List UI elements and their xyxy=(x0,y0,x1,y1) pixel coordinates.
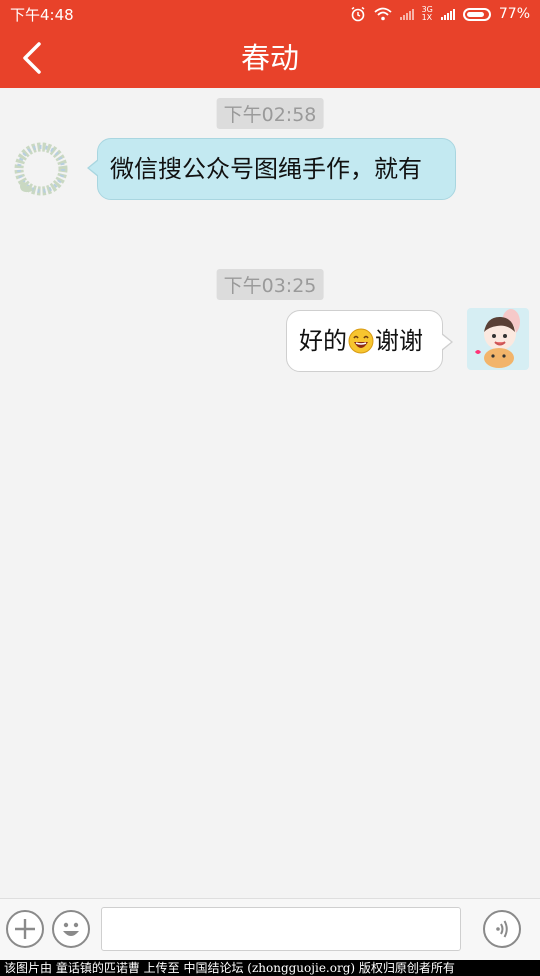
plus-icon xyxy=(15,919,35,939)
message-text-before: 好的 xyxy=(299,327,347,355)
wifi-icon xyxy=(373,7,392,21)
voice-icon xyxy=(496,920,508,938)
message-timestamp: 下午03:25 xyxy=(216,269,324,300)
signal-weak-icon xyxy=(399,8,414,20)
alarm-icon xyxy=(351,6,365,22)
emoji-button[interactable] xyxy=(52,910,90,948)
chevron-left-icon xyxy=(23,42,41,74)
network-type: 3G 1X xyxy=(421,5,433,22)
title-bar: 春动 xyxy=(0,28,540,88)
laughing-emoji-icon xyxy=(348,328,374,354)
user-avatar[interactable] xyxy=(467,308,529,370)
contact-avatar[interactable] xyxy=(10,138,72,200)
battery-percent: 77% xyxy=(498,6,530,22)
watermark: 该图片由 童话镇的匹诺曹 上传至 中国结论坛 (zhongguojie.org)… xyxy=(0,960,540,976)
message-text: 微信搜公众号图绳手作，就有 xyxy=(110,155,422,183)
add-button[interactable] xyxy=(6,910,44,948)
input-bar xyxy=(0,898,540,960)
user-avatar-image xyxy=(467,308,529,370)
contact-avatar-image xyxy=(10,138,72,200)
back-button[interactable] xyxy=(12,38,52,78)
voice-button[interactable] xyxy=(483,910,521,948)
page-title: 春动 xyxy=(240,41,299,75)
battery-icon xyxy=(462,7,491,21)
status-time: 下午4:48 xyxy=(10,5,74,24)
chat-area[interactable]: 下午02:58 微信搜公众号图绳手作，就有 下午03:25 好的 谢谢 xyxy=(0,88,540,898)
message-timestamp: 下午02:58 xyxy=(216,98,324,129)
message-bubble-sent[interactable]: 好的 谢谢 xyxy=(286,310,453,372)
message-input[interactable] xyxy=(101,907,461,951)
message-text-after: 谢谢 xyxy=(375,327,423,355)
message-bubble-received[interactable]: 微信搜公众号图绳手作，就有 xyxy=(87,138,456,200)
status-bar: 下午4:48 3G 1X 77% xyxy=(0,0,540,28)
signal-strong-icon xyxy=(440,8,455,20)
smiley-icon xyxy=(63,922,79,936)
status-icons: 3G 1X 77% xyxy=(350,6,530,22)
